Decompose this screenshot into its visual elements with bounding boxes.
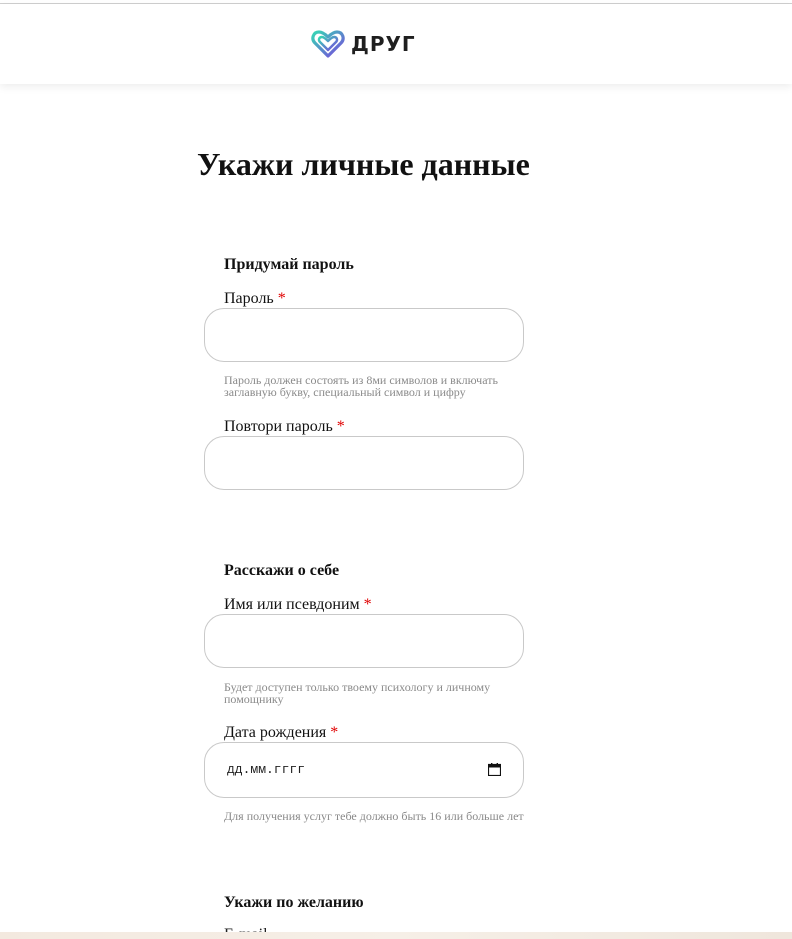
birth-date-hint: Для получения услуг тебе должно быть 16 … xyxy=(224,809,524,823)
password-label: Пароль * xyxy=(224,290,286,308)
brand-name: ДРУГ xyxy=(351,32,416,56)
name-label-text: Имя или псевдоним xyxy=(224,596,360,613)
bottom-decoration xyxy=(0,932,792,939)
site-header: ДРУГ xyxy=(0,4,792,84)
calendar-icon[interactable] xyxy=(488,763,501,776)
page-title: Укажи личные данные xyxy=(197,146,530,182)
birth-date-label: Дата рождения * xyxy=(224,724,338,742)
name-input[interactable] xyxy=(204,614,524,668)
name-hint: Будет доступен только твоему психологу и… xyxy=(224,680,491,706)
required-marker: * xyxy=(336,418,345,435)
required-marker: * xyxy=(363,596,372,613)
optional-section-title: Укажи по желанию xyxy=(224,894,364,911)
password-hint: Пароль должен состоять из 8ми символов и… xyxy=(224,373,498,399)
password-label-text: Пароль xyxy=(224,290,274,307)
required-marker: * xyxy=(277,290,286,307)
repeat-password-label-text: Повтори пароль xyxy=(224,418,333,435)
birth-date-label-text: Дата рождения xyxy=(224,724,327,741)
about-section-title: Расскажи о себе xyxy=(224,562,340,579)
brand-logo[interactable]: ДРУГ xyxy=(311,28,416,60)
birth-date-input[interactable]: дд.мм.гггг xyxy=(204,742,524,798)
required-marker: * xyxy=(330,724,339,741)
repeat-password-label: Повтори пароль * xyxy=(224,418,345,436)
name-label: Имя или псевдоним * xyxy=(224,596,372,614)
birth-date-placeholder: дд.мм.гггг xyxy=(227,762,306,777)
password-section-title: Придумай пароль xyxy=(224,256,354,273)
heart-logo-icon xyxy=(311,30,345,58)
repeat-password-input[interactable] xyxy=(204,436,524,490)
password-input[interactable] xyxy=(204,308,524,362)
